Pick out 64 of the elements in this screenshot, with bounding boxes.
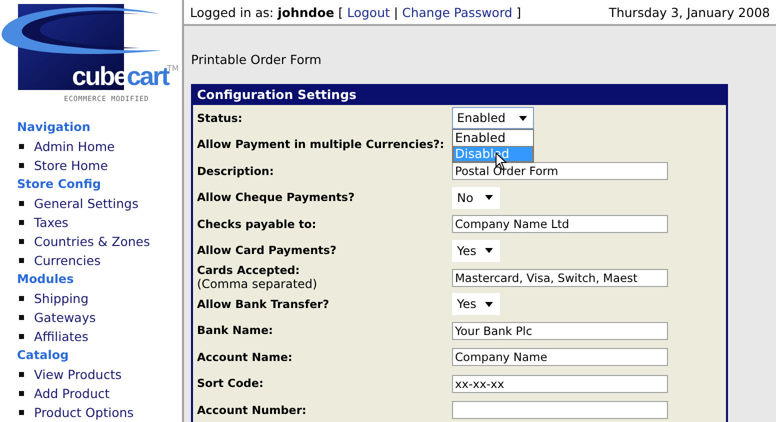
bullet-icon <box>19 220 24 225</box>
header-link[interactable]: Logout <box>347 4 390 20</box>
date-text: Thursday 3, January 2008 <box>608 4 770 20</box>
field-label: Cards Accepted: <box>197 264 301 277</box>
nav-heading: Catalog <box>17 347 70 364</box>
input-field[interactable]: Company Name <box>452 348 668 366</box>
field-label: Account Name: <box>197 350 294 364</box>
nav-link[interactable]: Gateways <box>34 310 96 325</box>
bullet-icon <box>19 410 24 415</box>
field-label: Allow Bank Transfer? <box>197 298 330 311</box>
bullet-icon <box>19 391 24 396</box>
caret-icon <box>519 116 527 121</box>
nav-link[interactable]: Countries & Zones <box>34 234 150 249</box>
bullet-icon <box>19 296 24 301</box>
bullet-icon <box>19 372 24 377</box>
nav-heading: Store Config <box>17 176 102 193</box>
field-label: Account Number: <box>197 404 308 417</box>
input-field[interactable]: Postal Order Form <box>452 162 668 180</box>
logo-text: cart <box>126 62 168 90</box>
field-label: Allow Cheque Payments? <box>197 191 356 204</box>
caret-icon <box>485 248 493 254</box>
bullet-icon <box>19 144 24 149</box>
field-hint: (Comma separated) <box>197 277 318 291</box>
nav-link[interactable]: Shipping <box>34 291 89 306</box>
dropdown[interactable]: No <box>452 186 500 209</box>
page-title: Printable Order Form <box>191 52 322 69</box>
field-label: Checks payable to: <box>197 218 318 231</box>
input-field[interactable]: Company Name Ltd <box>452 215 668 234</box>
header-link[interactable]: Change Password <box>402 4 512 20</box>
nav-link[interactable]: Currencies <box>34 253 101 268</box>
panel-title: Configuration Settings <box>193 84 726 105</box>
nav-link[interactable]: Taxes <box>34 215 68 230</box>
bullet-icon <box>19 239 24 244</box>
dropdown-option[interactable]: Enabled <box>453 130 533 146</box>
caret-icon <box>485 302 493 307</box>
caret-icon <box>485 195 493 200</box>
field-label: Sort Code: <box>197 377 264 390</box>
nav-link[interactable]: Affiliates <box>34 329 88 344</box>
bullet-icon <box>19 315 24 320</box>
field-label: Status: <box>197 112 244 125</box>
nav-heading: Modules <box>17 271 75 288</box>
bullet-icon <box>19 334 24 339</box>
nav-link[interactable]: General Settings <box>34 196 139 211</box>
input-field[interactable]: Your Bank Plc <box>452 322 668 340</box>
dropdown[interactable]: Yes <box>452 240 500 262</box>
nav-link[interactable]: Add Product <box>34 386 110 401</box>
field-label: Allow Card Payments? <box>197 244 338 258</box>
bullet-icon <box>19 258 24 263</box>
dropdown[interactable]: Enabled <box>452 107 534 130</box>
dropdown[interactable]: Yes <box>452 293 500 316</box>
bullet-icon <box>19 163 24 168</box>
field-label: Bank Name: <box>197 324 274 338</box>
input-field[interactable] <box>452 401 668 420</box>
input-field[interactable]: xx-xx-xx <box>452 374 668 393</box>
nav-link[interactable]: Store Home <box>34 158 108 173</box>
input-field[interactable]: Mastercard, Visa, Switch, Maest <box>452 268 668 286</box>
nav-link[interactable]: Product Options <box>34 405 134 420</box>
nav-heading: Navigation <box>17 119 92 136</box>
bullet-icon <box>19 201 24 206</box>
nav-link[interactable]: View Products <box>34 367 122 382</box>
nav-link[interactable]: Admin Home <box>34 139 115 154</box>
field-label: Allow Payment in multiple Currencies?: <box>197 138 446 152</box>
field-label: Description: <box>197 164 275 178</box>
login-status: Logged in as: johndoe [ Logout | Change Password ] <box>190 4 522 20</box>
